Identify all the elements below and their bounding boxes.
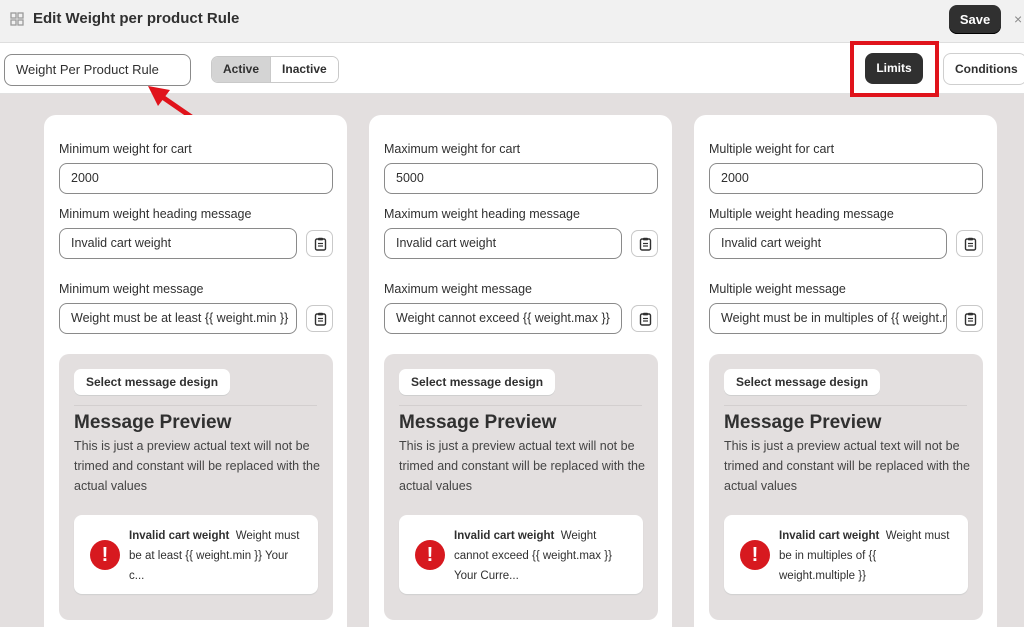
message-clipboard-button[interactable]: [306, 305, 333, 332]
heading-label: Minimum weight heading message: [59, 207, 252, 221]
divider: [74, 405, 317, 406]
preview-message-text: Invalid cart weight Weight must be in mu…: [779, 526, 954, 586]
preview-message-text: Invalid cart weight Weight must be at le…: [129, 526, 304, 586]
heading-clipboard-button[interactable]: [306, 230, 333, 257]
heading-input[interactable]: Invalid cart weight: [709, 228, 947, 259]
preview-message-heading: Invalid cart weight: [779, 530, 880, 542]
page-title: Edit Weight per product Rule: [33, 10, 240, 27]
grid-icon: [10, 12, 24, 26]
alert-icon: !: [90, 540, 120, 570]
tab-conditions[interactable]: Conditions: [943, 53, 1024, 85]
clipboard-icon: [639, 312, 652, 326]
limit-card-minimum: Minimum weight for cart 2000 Minimum wei…: [44, 115, 347, 627]
clipboard-icon: [964, 312, 977, 326]
status-inactive-button[interactable]: Inactive: [271, 57, 338, 82]
weight-label: Multiple weight for cart: [709, 142, 835, 156]
preview-description: This is just a preview actual text will …: [399, 439, 645, 493]
preview-title: Message Preview: [724, 412, 882, 433]
preview-message-text: Invalid cart weight Weight cannot exceed…: [454, 526, 629, 586]
preview-description: This is just a preview actual text will …: [724, 439, 970, 493]
message-preview-panel: Select message design Message Preview Th…: [384, 354, 658, 620]
divider: [724, 405, 967, 406]
clipboard-icon: [639, 237, 652, 251]
preview-message-box: ! Invalid cart weight Weight must be in …: [724, 515, 968, 594]
preview-message-box: ! Invalid cart weight Weight must be at …: [74, 515, 318, 594]
weight-label: Maximum weight for cart: [384, 142, 521, 156]
alert-icon: !: [740, 540, 770, 570]
message-clipboard-button[interactable]: [631, 305, 658, 332]
clipboard-icon: [314, 237, 327, 251]
heading-input[interactable]: Invalid cart weight: [384, 228, 622, 259]
limit-card-maximum: Maximum weight for cart 5000 Maximum wei…: [369, 115, 672, 627]
select-message-design-button[interactable]: Select message design: [399, 369, 556, 395]
alert-icon: !: [415, 540, 445, 570]
select-message-design-button[interactable]: Select message design: [74, 369, 231, 395]
status-toggle: Active Inactive: [211, 56, 339, 83]
message-preview-panel: Select message design Message Preview Th…: [59, 354, 333, 620]
divider: [399, 405, 642, 406]
message-preview-panel: Select message design Message Preview Th…: [709, 354, 983, 620]
weight-label: Minimum weight for cart: [59, 142, 192, 156]
preview-message-box: ! Invalid cart weight Weight cannot exce…: [399, 515, 643, 594]
message-label: Maximum weight message: [384, 282, 532, 296]
message-input[interactable]: Weight cannot exceed {{ weight.max }}: [384, 303, 622, 334]
heading-clipboard-button[interactable]: [631, 230, 658, 257]
weight-input[interactable]: 2000: [59, 163, 333, 194]
weight-input[interactable]: 2000: [709, 163, 983, 194]
message-label: Minimum weight message: [59, 282, 204, 296]
heading-input[interactable]: Invalid cart weight: [59, 228, 297, 259]
heading-label: Multiple weight heading message: [709, 207, 894, 221]
save-button[interactable]: Save: [949, 5, 1001, 34]
clipboard-icon: [314, 312, 327, 326]
preview-message-heading: Invalid cart weight: [129, 530, 230, 542]
preview-message-heading: Invalid cart weight: [454, 530, 555, 542]
heading-clipboard-button[interactable]: [956, 230, 983, 257]
preview-description: This is just a preview actual text will …: [74, 439, 320, 493]
select-message-design-button[interactable]: Select message design: [724, 369, 881, 395]
heading-label: Maximum weight heading message: [384, 207, 580, 221]
message-input[interactable]: Weight must be in multiples of {{ weight…: [709, 303, 947, 334]
message-input[interactable]: Weight must be at least {{ weight.min }}: [59, 303, 297, 334]
message-clipboard-button[interactable]: [956, 305, 983, 332]
weight-input[interactable]: 5000: [384, 163, 658, 194]
message-label: Multiple weight message: [709, 282, 846, 296]
page-header: Edit Weight per product Rule Save ×: [0, 0, 1024, 43]
tab-limits[interactable]: Limits: [865, 53, 923, 84]
limit-card-multiple: Multiple weight for cart 2000 Multiple w…: [694, 115, 997, 627]
preview-title: Message Preview: [399, 412, 557, 433]
preview-title: Message Preview: [74, 412, 232, 433]
clipboard-icon: [964, 237, 977, 251]
status-active-button[interactable]: Active: [212, 57, 272, 82]
close-icon[interactable]: ×: [1014, 11, 1022, 27]
